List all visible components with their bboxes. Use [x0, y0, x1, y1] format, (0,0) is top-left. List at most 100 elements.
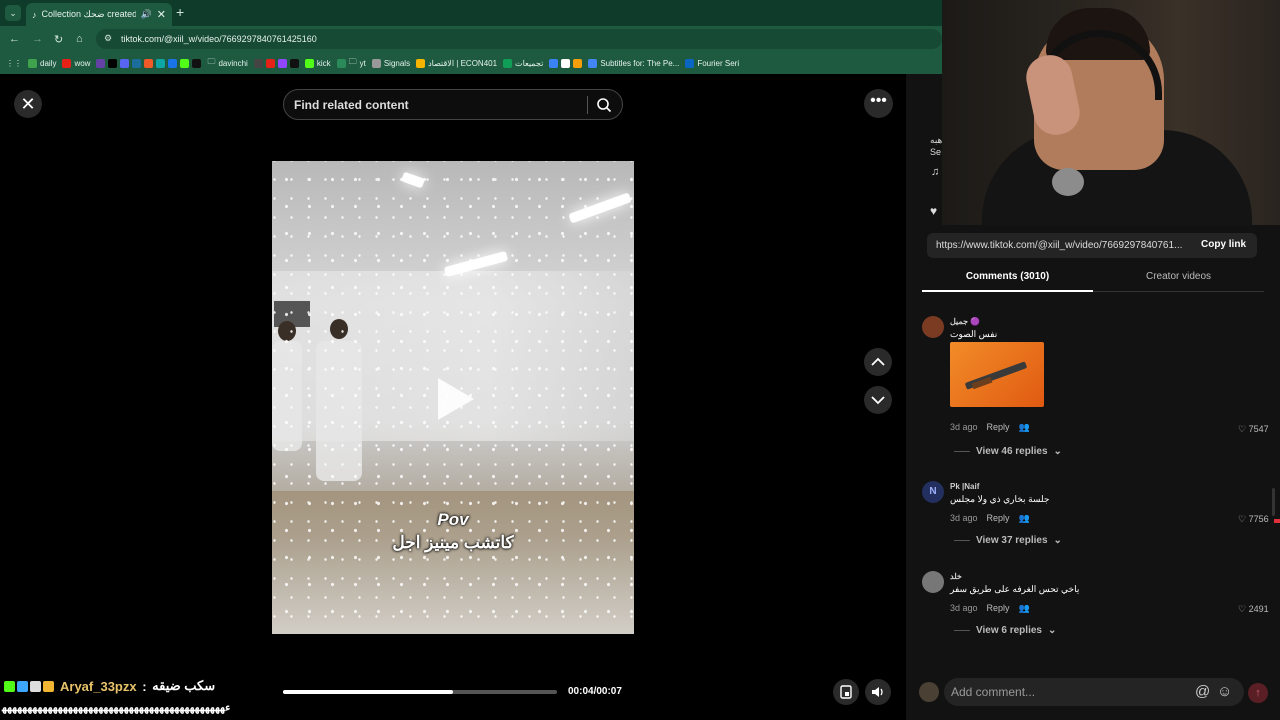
related-search-input[interactable] [284, 97, 584, 112]
reload-icon[interactable]: ↻ [54, 33, 63, 46]
close-video-button[interactable]: ✕ [14, 90, 42, 118]
current-user-avatar[interactable] [919, 682, 939, 702]
add-comment-input[interactable] [951, 685, 1181, 699]
reply-button[interactable]: Reply [987, 513, 1010, 524]
picture-in-picture-button[interactable] [833, 679, 859, 705]
comment-author[interactable]: جميل 🟣 [950, 317, 980, 326]
chevron-down-icon: ⌄ [1047, 625, 1057, 636]
forward-arrow-icon[interactable]: → [32, 33, 43, 45]
tiktok-favicon-icon: ♪ [32, 9, 37, 20]
author-sub-partial: Se [930, 147, 942, 157]
new-tab-plus-icon[interactable]: + [176, 4, 184, 20]
avatar[interactable]: N [922, 481, 944, 503]
bookmark-fourier[interactable]: Fourier Seri [685, 58, 740, 68]
previous-video-button[interactable] [864, 348, 892, 376]
address-url: tiktok.com/@xiil_w/video/766929784076142… [121, 34, 317, 44]
heart-icon[interactable]: ♥ [930, 204, 937, 218]
reply-button[interactable]: Reply [987, 603, 1010, 614]
tab-comments[interactable]: Comments (3010) [922, 268, 1093, 292]
bookmark-davinchi[interactable]: 🗀 davinchi [207, 56, 247, 70]
share-url: https://www.tiktok.com/@xiil_w/video/766… [936, 240, 1183, 251]
like-count-value: 2491 [1248, 604, 1269, 614]
comment-text: جلسة بخاري ذي ولا مجلس [950, 494, 1050, 504]
tab-creator-videos[interactable]: Creator videos [1093, 268, 1264, 282]
view-replies-button[interactable]: View 46 replies ⌄ [954, 446, 1062, 457]
search-icon[interactable] [596, 97, 612, 113]
scrollbar[interactable] [1272, 488, 1275, 516]
more-options-button[interactable]: ••• [864, 89, 893, 118]
video-caption-line2: كاتشب مينيز اجل [392, 533, 514, 552]
volume-button[interactable] [865, 679, 891, 705]
pip-icon [840, 685, 852, 699]
bookmark-label: daily [40, 58, 57, 68]
bookmark-label: Fourier Seri [697, 58, 740, 68]
sub-badge-icon [17, 680, 28, 692]
avatar[interactable] [922, 571, 944, 593]
view-replies-button[interactable]: View 37 replies ⌄ [954, 535, 1062, 546]
bookmark-icons-group-3[interactable] [549, 58, 583, 68]
apps-grid-icon[interactable]: ⋮⋮ [6, 59, 22, 68]
post-comment-button[interactable]: ↑ [1248, 683, 1268, 703]
creator-liked-icon: 👥 [1018, 513, 1030, 523]
folder-icon: 🗀 [207, 57, 216, 66]
chevron-down-icon: ⌄ [1053, 446, 1062, 457]
comment-item: N Pk |Naif جلسة بخاري ذي ولا مجلس 3d ago… [922, 481, 1272, 551]
music-note-icon: ♫ [931, 166, 940, 178]
like-count[interactable]: ♡ 7547 [1238, 424, 1269, 435]
bookmark-signals[interactable]: Signals [371, 58, 410, 68]
bookmark-yt[interactable]: 🗀 yt [336, 56, 366, 70]
like-count[interactable]: ♡ 7756 [1238, 514, 1269, 525]
bookmark-subtitles[interactable]: Subtitles for: The Pe... [588, 58, 679, 68]
bookmark-econ401[interactable]: الاقتصاد | ECON401 [416, 58, 498, 68]
bookmark-wow[interactable]: wow [62, 58, 91, 68]
chevron-down-icon [871, 396, 885, 405]
tab-close-icon[interactable]: ✕ [157, 8, 166, 21]
panel-tabs: Comments (3010) Creator videos [922, 268, 1264, 292]
bookmark-label: kick [316, 58, 331, 68]
bookmark-label: davinchi [218, 58, 248, 68]
creator-liked-icon: 👥 [1018, 422, 1030, 432]
home-icon[interactable]: ⌂ [76, 33, 83, 45]
bookmark-daily[interactable]: daily [28, 58, 57, 68]
video-progress-bar[interactable] [283, 690, 557, 694]
address-bar[interactable]: ⚙ tiktok.com/@xiil_w/video/7669297840761… [96, 29, 942, 49]
bookmark-label: الاقتصاد | ECON401 [428, 58, 498, 68]
reply-button[interactable]: Reply [987, 422, 1010, 433]
related-search-box[interactable] [283, 89, 623, 120]
crown-badge-icon [43, 680, 54, 692]
comment-meta: 3d ago Reply 👥 [950, 603, 1030, 614]
comment-author[interactable]: خلد [950, 572, 962, 581]
copy-link-button[interactable]: Copy link [1201, 239, 1246, 250]
back-arrow-icon[interactable]: ← [9, 33, 20, 45]
mention-at-icon[interactable]: @ [1195, 683, 1210, 700]
microphone-icon [1052, 168, 1084, 196]
emoji-icon[interactable]: ☺ [1217, 683, 1232, 700]
speaker-icon[interactable]: 🔊 [141, 9, 152, 20]
browser-tab-active[interactable]: ♪ Collection ضحك created by 🔊 ✕ [26, 3, 172, 26]
bookmark-label: wow [74, 58, 91, 68]
comment-meta: 3d ago Reply 👥 [950, 513, 1030, 524]
site-info-icon[interactable]: ⚙ [104, 33, 112, 44]
comment-sticker-image [950, 342, 1044, 407]
search-divider [587, 96, 588, 114]
comment-author[interactable]: Pk |Naif [950, 482, 979, 491]
comment-meta: 3d ago Reply 👥 [950, 422, 1030, 433]
video-caption-line1: Pov [437, 510, 469, 529]
bookmark-icons-group[interactable] [96, 58, 202, 68]
like-count[interactable]: ♡ 2491 [1238, 604, 1269, 615]
replies-line [954, 630, 970, 631]
avatar[interactable] [922, 316, 944, 338]
bookmark-icons-group-2[interactable] [253, 58, 299, 68]
play-icon[interactable] [438, 378, 474, 420]
tab-search-chevron-icon[interactable]: ⌄ [5, 5, 21, 21]
view-replies-button[interactable]: View 6 replies ⌄ [954, 625, 1056, 636]
bookmark-kick[interactable]: kick [304, 58, 331, 68]
comment-item: جميل 🟣 نفس الصوت 3d ago Reply 👥 ♡ 7547 V… [922, 316, 1272, 461]
chat-separator: : [138, 678, 151, 694]
webcam-overlay [942, 0, 1280, 225]
next-video-button[interactable] [864, 386, 892, 414]
stream-chat-message: Aryaf_33pzx : سكب ضيقه [4, 678, 215, 694]
bird-badge-icon [30, 680, 41, 692]
video-player[interactable]: Pov كاتشب مينيز اجل [272, 161, 634, 634]
bookmark-compilations[interactable]: تجميعات [503, 58, 543, 68]
